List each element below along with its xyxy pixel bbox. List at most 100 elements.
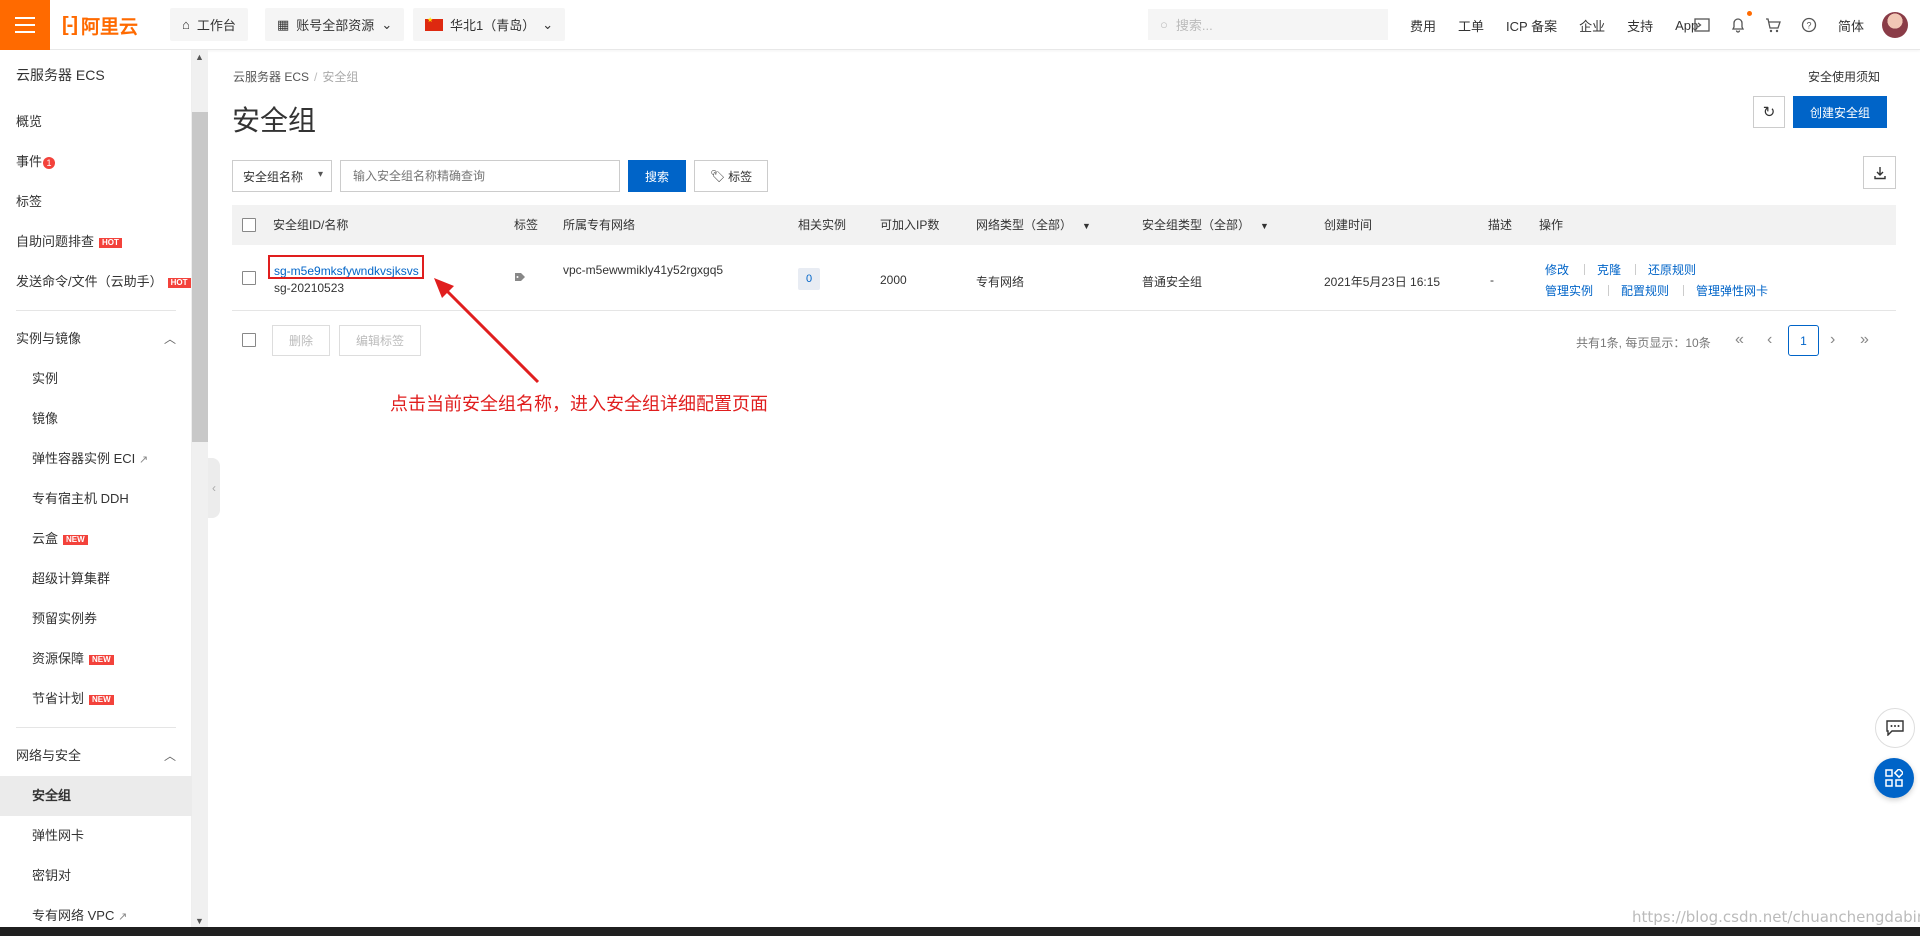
delete-button[interactable]: 删除 xyxy=(272,325,330,356)
sidebar-item-savings-plan[interactable]: 节省计划 NEW xyxy=(0,679,192,719)
sidebar-item-eci[interactable]: 弹性容器实例 ECI ↗ xyxy=(0,439,192,479)
sidebar-item-events[interactable]: 事件 1 xyxy=(0,142,192,182)
feedback-button[interactable] xyxy=(1875,708,1915,748)
restore-rules-link[interactable]: 还原规则 xyxy=(1648,261,1696,278)
sidebar-item-tags[interactable]: 标签 xyxy=(0,182,192,222)
footer-select-all-checkbox[interactable] xyxy=(242,333,256,347)
header-actions: 操作 xyxy=(1539,218,1564,232)
scroll-down-icon[interactable]: ▼ xyxy=(195,916,204,926)
resource-selector-label: 账号全部资源 xyxy=(296,18,375,33)
sidebar-item-resource-assurance[interactable]: 资源保障 NEW xyxy=(0,639,192,679)
sidebar-item-images[interactable]: 镜像 xyxy=(0,399,192,439)
modify-link[interactable]: 修改 xyxy=(1545,261,1569,278)
breadcrumb-current: 安全组 xyxy=(322,70,359,84)
download-button[interactable] xyxy=(1863,156,1896,189)
help-icon[interactable]: ? xyxy=(1799,15,1819,35)
filter-field-select[interactable]: 安全组名称 ▾ xyxy=(232,160,332,192)
sidebar-item-label: 资源保障 xyxy=(32,651,85,666)
header-ip-count: 可加入IP数 xyxy=(880,218,940,232)
language-switch[interactable]: 简体 xyxy=(1838,0,1864,50)
header-network-type-filter[interactable]: 网络类型（全部） ▼ xyxy=(976,205,1091,245)
last-page-icon[interactable]: » xyxy=(1860,331,1869,349)
breadcrumb-ecs[interactable]: 云服务器 ECS xyxy=(233,70,309,84)
refresh-icon: ↻ xyxy=(1762,104,1776,121)
nav-support[interactable]: 支持 xyxy=(1627,16,1653,35)
watermark: https://blog.csdn.net/chuanchengdabing xyxy=(1632,908,1920,926)
resource-selector[interactable]: ▦ 账号全部资源 ⌄ xyxy=(265,8,405,41)
first-page-icon[interactable]: « xyxy=(1735,331,1744,349)
filter-field-value: 安全组名称 xyxy=(243,169,304,184)
header-id-name: 安全组ID/名称 xyxy=(273,218,349,232)
sidebar-divider xyxy=(16,310,176,311)
header-network-type-label: 网络类型（全部） xyxy=(976,218,1073,232)
sidebar-item-reserved-instances[interactable]: 预留实例券 xyxy=(0,599,192,639)
sidebar-scrollbar[interactable]: ▲ ▼ xyxy=(192,50,208,930)
search-input[interactable] xyxy=(340,160,620,192)
breadcrumb-separator: / xyxy=(314,70,318,84)
external-link-icon: ↗ xyxy=(117,911,128,923)
sidebar-collapse-handle[interactable]: ‹ xyxy=(208,458,220,518)
vpc-id[interactable]: vpc-m5ewwmikly41y52rgxgq5 xyxy=(563,263,723,277)
sidebar-item-self-diagnosis[interactable]: 自助问题排查 HOT xyxy=(0,222,192,262)
current-page[interactable]: 1 xyxy=(1788,325,1819,356)
external-link-icon: ↗ xyxy=(138,454,149,466)
app-menu-button[interactable] xyxy=(1874,758,1914,798)
refresh-button[interactable]: ↻ xyxy=(1753,96,1785,128)
edit-tags-button[interactable]: 编辑标签 xyxy=(339,325,421,356)
nav-icp[interactable]: ICP 备案 xyxy=(1506,16,1557,35)
sidebar-item-label: 预留实例券 xyxy=(32,611,98,626)
nav-enterprise[interactable]: 企业 xyxy=(1579,16,1605,35)
security-group-name: sg-20210523 xyxy=(274,281,345,295)
prev-page-icon[interactable]: ‹ xyxy=(1767,331,1772,349)
create-security-group-button[interactable]: 创建安全组 xyxy=(1793,96,1887,128)
caret-down-icon: ▼ xyxy=(1082,221,1091,231)
avatar[interactable] xyxy=(1882,12,1908,38)
nav-billing[interactable]: 费用 xyxy=(1410,16,1436,35)
hamburger-menu-icon[interactable] xyxy=(0,0,50,50)
sidebar-item-instances[interactable]: 实例 xyxy=(0,359,192,399)
action-separator xyxy=(1608,285,1609,296)
scroll-up-icon[interactable]: ▲ xyxy=(195,52,204,62)
tag-filter-button[interactable]: 🏷︎ 标签 xyxy=(694,160,768,192)
sidebar-item-ddh[interactable]: 专有宿主机 DDH xyxy=(0,479,192,519)
manage-instances-link[interactable]: 管理实例 xyxy=(1545,282,1593,299)
sidebar-item-cloud-box[interactable]: 云盒 NEW xyxy=(0,519,192,559)
sidebar-group-instances-images[interactable]: 实例与镜像 ︿ xyxy=(0,319,192,359)
aliyun-logo[interactable]: [-] 阿里云 xyxy=(62,12,138,38)
sidebar-item-label: 概览 xyxy=(16,114,43,129)
terminal-icon[interactable] xyxy=(1692,15,1712,35)
sidebar-item-label: 专有宿主机 DDH xyxy=(32,491,129,506)
region-selector[interactable]: 华北1（青岛） ⌄ xyxy=(413,8,566,41)
logo-bracket-icon: [-] xyxy=(62,13,78,36)
sidebar-item-overview[interactable]: 概览 xyxy=(0,102,192,142)
select-all-checkbox[interactable] xyxy=(242,218,256,232)
sidebar-item-security-groups[interactable]: 安全组 xyxy=(0,776,192,816)
related-instances-count[interactable]: 0 xyxy=(798,268,820,290)
header-sg-type-filter[interactable]: 安全组类型（全部） ▼ xyxy=(1142,205,1269,245)
workbench-button[interactable]: ⌂ 工作台 xyxy=(170,8,248,41)
new-badge: NEW xyxy=(89,694,114,705)
action-separator xyxy=(1584,264,1585,275)
sidebar-item-scc[interactable]: 超级计算集群 xyxy=(0,559,192,599)
configure-rules-link[interactable]: 配置规则 xyxy=(1621,282,1669,299)
sidebar-item-label: 实例 xyxy=(32,371,59,386)
next-page-icon[interactable]: › xyxy=(1830,331,1835,349)
clone-link[interactable]: 克隆 xyxy=(1597,261,1621,278)
search-button[interactable]: 搜索 xyxy=(628,160,686,192)
sidebar-item-eni[interactable]: 弹性网卡 xyxy=(0,816,192,856)
sidebar-item-send-command[interactable]: 发送命令/文件（云助手） HOT xyxy=(0,262,192,302)
pagination-info: 共有1条, 每页显示：10条 xyxy=(1576,336,1711,350)
manage-eni-link[interactable]: 管理弹性网卡 xyxy=(1696,282,1768,299)
tag-icon: 🏷︎ xyxy=(709,169,726,183)
sidebar-group-label: 网络与安全 xyxy=(16,748,82,763)
security-notice-link[interactable]: 安全使用须知 xyxy=(1808,68,1880,85)
new-badge: NEW xyxy=(89,654,114,665)
scrollbar-thumb[interactable] xyxy=(192,112,208,442)
cart-icon[interactable] xyxy=(1763,15,1783,35)
global-search-input[interactable]: ○ 搜索... xyxy=(1148,9,1388,40)
nav-ticket[interactable]: 工单 xyxy=(1458,16,1484,35)
sidebar-group-network-security[interactable]: 网络与安全 ︿ xyxy=(0,736,192,776)
sidebar-item-key-pairs[interactable]: 密钥对 xyxy=(0,856,192,896)
row-checkbox[interactable] xyxy=(242,271,256,285)
bell-icon[interactable] xyxy=(1728,15,1748,35)
